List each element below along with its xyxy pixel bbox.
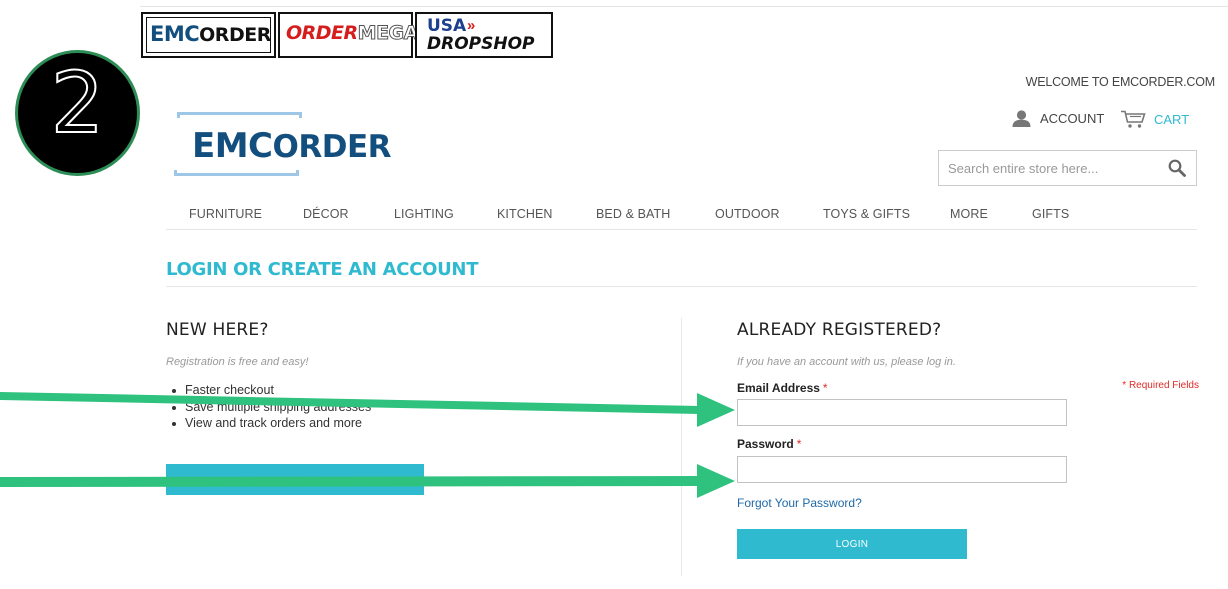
logo-bracket-bottom bbox=[174, 170, 299, 176]
account-label: ACCOUNT bbox=[1040, 111, 1105, 126]
person-icon bbox=[1012, 110, 1031, 127]
nav-item-lighting[interactable]: LIGHTING bbox=[394, 207, 454, 221]
required-star: * bbox=[822, 381, 828, 395]
ordermega-badge-part2: MEGA bbox=[357, 22, 419, 45]
welcome-message: WELCOME TO EMCORDER.COM bbox=[1025, 75, 1216, 89]
email-label-text: Email Address bbox=[737, 381, 820, 395]
email-field[interactable] bbox=[737, 399, 1067, 426]
top-border-line bbox=[140, 6, 1228, 7]
magnifier-icon[interactable] bbox=[1168, 159, 1186, 177]
logo-part1: EMC bbox=[192, 126, 273, 166]
benefit-item: Save multiple shipping addresses bbox=[172, 399, 371, 416]
required-star: * bbox=[796, 437, 802, 451]
logo-bracket-top bbox=[177, 112, 302, 118]
nav-item-bed-bath[interactable]: BED & BATH bbox=[596, 207, 670, 221]
forgot-password-link[interactable]: Forgot Your Password? bbox=[737, 496, 862, 510]
create-account-button[interactable] bbox=[166, 464, 424, 495]
step-number: 2 bbox=[50, 54, 105, 152]
emcorder-badge-text: EMCORDER bbox=[150, 22, 271, 46]
ordermega-badge-part1: ORDER bbox=[286, 22, 358, 44]
nav-item-gifts[interactable]: GIFTS bbox=[1032, 207, 1069, 221]
logo-part2: ORDER bbox=[272, 129, 392, 165]
password-label-text: Password bbox=[737, 437, 794, 451]
ordermega-badge-text: ORDERMEGA bbox=[286, 22, 419, 45]
email-label: Email Address * bbox=[737, 381, 828, 395]
site-logo[interactable]: EMCORDER bbox=[174, 112, 432, 176]
column-divider bbox=[681, 318, 682, 576]
benefits-list: Faster checkout Save multiple shipping a… bbox=[172, 382, 371, 432]
usa-dropshop-badge-logo[interactable]: USA » DROPSHOP bbox=[415, 12, 553, 58]
logo-text: EMCORDER bbox=[192, 126, 392, 166]
benefit-item: Faster checkout bbox=[172, 382, 371, 399]
registered-title: ALREADY REGISTERED? bbox=[737, 320, 942, 340]
usa-dropshop-arrow-icon: » bbox=[467, 17, 476, 34]
benefit-item: View and track orders and more bbox=[172, 415, 371, 432]
new-customer-subtitle: Registration is free and easy! bbox=[166, 356, 309, 368]
nav-item-more[interactable]: MORE bbox=[950, 207, 988, 221]
required-fields-note: * Required Fields bbox=[1122, 380, 1199, 391]
nav-item-outdoor[interactable]: OUTDOOR bbox=[715, 207, 780, 221]
emcorder-badge-logo[interactable]: EMCORDER bbox=[141, 12, 276, 58]
password-label: Password * bbox=[737, 437, 801, 451]
nav-item-furniture[interactable]: FURNITURE bbox=[189, 207, 262, 221]
usa-dropshop-badge-line1: USA bbox=[427, 16, 467, 36]
title-divider bbox=[166, 286, 1197, 287]
emcorder-badge-part1: EMC bbox=[150, 22, 200, 46]
emcorder-badge-part2: ORDER bbox=[199, 24, 271, 46]
cart-icon bbox=[1121, 110, 1146, 128]
nav-item-toys-gifts[interactable]: TOYS & GIFTS bbox=[823, 207, 910, 221]
search-input[interactable] bbox=[939, 151, 1159, 185]
password-field[interactable] bbox=[737, 456, 1067, 483]
page-title: LOGIN OR CREATE AN ACCOUNT bbox=[166, 259, 479, 280]
account-link[interactable]: ACCOUNT bbox=[1012, 110, 1104, 127]
usa-dropshop-badge-line2: DROPSHOP bbox=[427, 34, 535, 54]
nav-item-kitchen[interactable]: KITCHEN bbox=[497, 207, 553, 221]
cart-label: CART bbox=[1154, 112, 1190, 127]
cart-link[interactable]: CART bbox=[1120, 110, 1189, 129]
login-button[interactable]: LOGIN bbox=[737, 529, 967, 559]
step-number-circle: 2 bbox=[15, 50, 140, 176]
registered-subtitle: If you have an account with us, please l… bbox=[737, 356, 956, 368]
nav-item-decor[interactable]: DÉCOR bbox=[303, 207, 349, 221]
new-customer-title: NEW HERE? bbox=[166, 320, 269, 340]
main-nav: FURNITURE DÉCOR LIGHTING KITCHEN BED & B… bbox=[166, 207, 1197, 230]
ordermega-badge-logo[interactable]: ORDERMEGA bbox=[278, 12, 419, 58]
search-box bbox=[938, 150, 1197, 186]
